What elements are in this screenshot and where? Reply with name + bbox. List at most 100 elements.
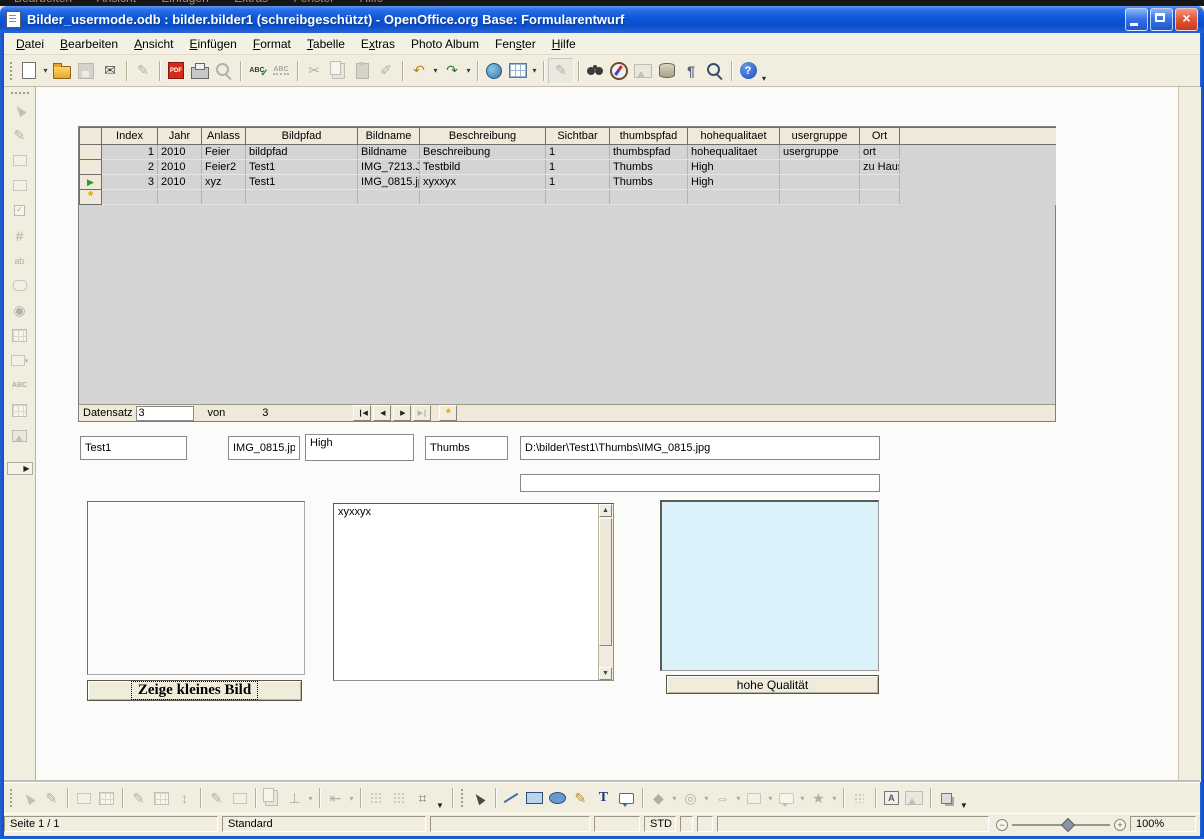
table-cell[interactable]: 2010 (158, 145, 202, 160)
previous-record-button[interactable]: ◀ (373, 405, 391, 421)
selection-mode-status[interactable]: STD (644, 816, 676, 832)
table-cell[interactable]: 2 (102, 160, 158, 175)
col-hohequalitaet[interactable]: hohequalitaet (688, 128, 780, 145)
menu-photo-album[interactable]: Photo Album (403, 34, 487, 54)
record-number-input[interactable] (136, 406, 194, 421)
table-cell[interactable]: Test1 (246, 175, 358, 190)
minimize-button[interactable] (1125, 8, 1148, 31)
table-cell[interactable]: Test1 (246, 160, 358, 175)
thumbs-field[interactable] (425, 436, 508, 460)
drawing-select-icon[interactable] (468, 787, 491, 810)
nonprinting-characters-icon[interactable]: ¶ (679, 59, 703, 83)
col-jahr[interactable]: Jahr (158, 128, 202, 145)
email-icon[interactable]: ✉ (98, 59, 122, 83)
col-beschreibung[interactable]: Beschreibung (420, 128, 546, 145)
menu-extras[interactable]: Extras (353, 34, 403, 54)
table-cell[interactable]: bildpfad (246, 145, 358, 160)
freeform-line-icon[interactable]: ✎ (569, 787, 592, 810)
current-row-header[interactable]: ▶ (80, 175, 102, 190)
table-cell[interactable] (102, 190, 158, 205)
table-cell[interactable]: IMG_0815.jp (358, 175, 420, 190)
toolbar-overflow-icon[interactable]: ▾ (762, 74, 766, 83)
table-cell[interactable]: 1 (546, 145, 610, 160)
extra-field[interactable] (520, 474, 880, 492)
toolbar-grip[interactable] (460, 788, 465, 808)
scroll-up-icon[interactable]: ▲ (599, 504, 612, 517)
menu-ansicht[interactable]: Ansicht (126, 34, 181, 54)
table-cell[interactable]: xyz (202, 175, 246, 190)
table-cell[interactable]: 3 (102, 175, 158, 190)
table-cell[interactable]: ort (860, 145, 900, 160)
table-cell[interactable]: Feier (202, 145, 246, 160)
form-toolbar-overflow-icon[interactable]: ▼ (436, 801, 444, 810)
new-document-dropdown-icon[interactable]: ▾ (41, 66, 50, 75)
qualitaet-field[interactable]: High (305, 434, 414, 461)
table-cell[interactable]: High (688, 160, 780, 175)
zoom-slider-track[interactable] (1012, 824, 1110, 826)
table-cell[interactable]: IMG_7213.JF (358, 160, 420, 175)
table-cell[interactable]: zu Haus (860, 160, 900, 175)
print-icon[interactable] (188, 59, 212, 83)
show-small-image-button[interactable]: Zeige kleines Bild (87, 680, 302, 701)
table-cell[interactable]: Thumbs (610, 160, 688, 175)
high-quality-button[interactable]: hohe Qualität (666, 675, 879, 694)
col-ort[interactable]: Ort (860, 128, 900, 145)
zoom-in-icon[interactable]: + (1114, 819, 1126, 831)
table-cell[interactable]: 1 (102, 145, 158, 160)
bildname-field[interactable] (228, 436, 300, 460)
insert-table-dropdown-icon[interactable]: ▾ (530, 66, 539, 75)
next-record-button[interactable]: ▶ (393, 405, 411, 421)
toolbar-overflow-right-icon[interactable]: ▶ (7, 462, 33, 475)
close-button[interactable]: × (1175, 8, 1198, 31)
high-quality-image-box[interactable] (660, 500, 879, 671)
row-header-corner[interactable] (80, 128, 102, 145)
insert-table-icon[interactable] (506, 59, 530, 83)
first-record-button[interactable]: ❙◀ (353, 405, 371, 421)
table-cell[interactable]: Feier2 (202, 160, 246, 175)
export-pdf-icon[interactable]: PDF (164, 59, 188, 83)
table-cell[interactable]: High (688, 175, 780, 190)
row-header[interactable] (80, 145, 102, 160)
zoom-percent-status[interactable]: 100% (1130, 816, 1196, 832)
help-icon[interactable]: ? (736, 59, 760, 83)
zoom-icon[interactable] (703, 59, 727, 83)
find-replace-icon[interactable] (583, 59, 607, 83)
col-index[interactable]: Index (102, 128, 158, 145)
menu-hilfe[interactable]: Hilfe (544, 34, 584, 54)
table-cell[interactable]: Beschreibung (420, 145, 546, 160)
description-text-box[interactable]: xyxxyx ▲ ▼ (333, 503, 614, 681)
table-cell[interactable] (860, 175, 900, 190)
scrollbar-thumb[interactable] (599, 518, 612, 646)
zoom-slider-thumb[interactable] (1061, 818, 1075, 832)
redo-dropdown-icon[interactable]: ▾ (464, 66, 473, 75)
toolbar-grip[interactable] (9, 788, 14, 808)
redo-icon[interactable]: ↷ (440, 59, 464, 83)
zoom-out-icon[interactable]: − (996, 819, 1008, 831)
line-icon[interactable] (500, 787, 523, 810)
table-cell[interactable]: 2010 (158, 175, 202, 190)
toolbar-grip[interactable] (9, 61, 14, 81)
table-cell[interactable]: Bildname (358, 145, 420, 160)
hyperlink-icon[interactable] (482, 59, 506, 83)
new-row-header[interactable]: * (80, 190, 102, 205)
col-thumbspfad[interactable]: thumbspfad (610, 128, 688, 145)
col-bildpfad[interactable]: Bildpfad (246, 128, 358, 145)
data-sources-icon[interactable] (655, 59, 679, 83)
table-cell[interactable]: 2010 (158, 160, 202, 175)
navigator-icon[interactable] (607, 59, 631, 83)
menu-fenster[interactable]: Fenster (487, 34, 544, 54)
table-cell[interactable]: 1 (546, 160, 610, 175)
ellipse-icon[interactable] (546, 787, 569, 810)
table-cell[interactable]: Testbild (420, 160, 546, 175)
scroll-down-icon[interactable]: ▼ (599, 667, 612, 680)
col-bildname[interactable]: Bildname (358, 128, 420, 145)
table-cell[interactable]: usergruppe (780, 145, 860, 160)
col-usergruppe[interactable]: usergruppe (780, 128, 860, 145)
new-record-button[interactable]: * (439, 405, 457, 421)
open-icon[interactable] (50, 59, 74, 83)
callouts-icon[interactable] (615, 787, 638, 810)
table-cell[interactable]: Thumbs (610, 175, 688, 190)
menu-tabelle[interactable]: Tabelle (299, 34, 353, 54)
col-sichtbar[interactable]: Sichtbar (546, 128, 610, 145)
table-cell[interactable] (780, 175, 860, 190)
